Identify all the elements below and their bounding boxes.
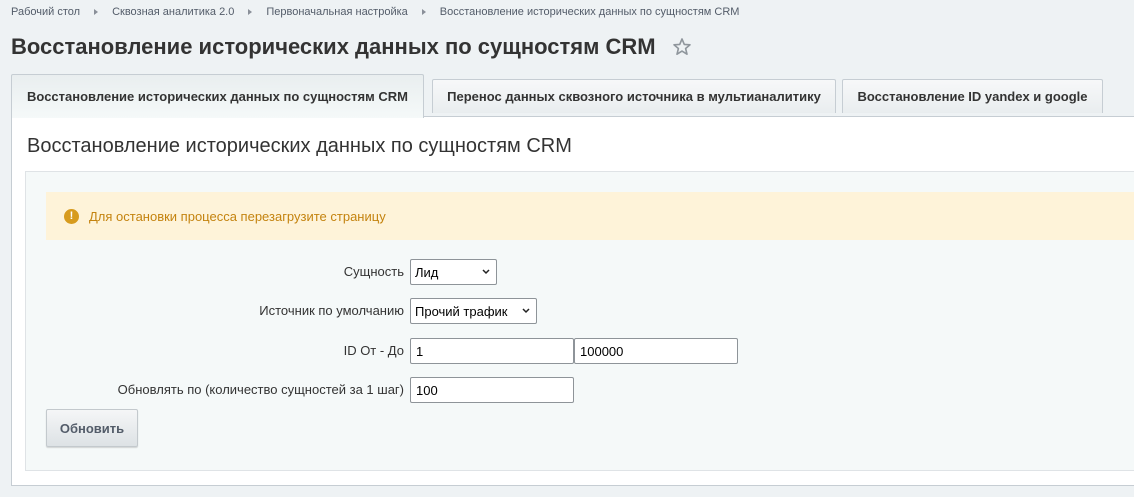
source-select[interactable]: Прочий трафик — [410, 298, 537, 324]
breadcrumb-item-setup[interactable]: Первоначальная настройка — [266, 6, 407, 18]
step-label: Обновлять по (количество сущностей за 1 … — [117, 382, 404, 397]
page-header: Восстановление исторических данных по су… — [11, 32, 692, 62]
notice-text: Для остановки процесса перезагрузите стр… — [89, 208, 386, 224]
tab-restore-crm-history[interactable]: Восстановление исторических данных по су… — [11, 74, 424, 118]
update-button[interactable]: Обновить — [46, 409, 138, 447]
tab-transfer-source[interactable]: Перенос данных сквозного источника в мул… — [432, 79, 836, 113]
field-row-source: Источник по умолчанию Прочий трафик — [26, 298, 826, 324]
field-row-entity: Сущность Лид — [26, 259, 826, 285]
entity-select-value: Лид — [415, 264, 439, 280]
source-select-value: Прочий трафик — [415, 303, 508, 319]
id-to-input[interactable]: 100000 — [574, 338, 738, 364]
entity-label: Сущность — [343, 264, 404, 279]
tab-restore-ids[interactable]: Восстановление ID yandex и google — [842, 79, 1103, 113]
settings-form: ! Для остановки процесса перезагрузите с… — [25, 171, 1134, 471]
panel-title: Восстановление исторических данных по су… — [27, 135, 572, 157]
breadcrumb-item-desktop[interactable]: Рабочий стол — [11, 6, 80, 18]
breadcrumb: Рабочий стол Сквозная аналитика 2.0 Перв… — [11, 4, 739, 20]
chevron-down-icon — [522, 308, 530, 314]
notice-banner: ! Для остановки процесса перезагрузите с… — [46, 192, 1134, 240]
content-panel: Восстановление исторических данных по су… — [11, 116, 1134, 486]
chevron-down-icon — [482, 269, 490, 275]
breadcrumb-separator-icon — [94, 9, 99, 15]
id-from-input[interactable]: 1 — [410, 338, 574, 364]
breadcrumb-separator-icon — [248, 9, 253, 15]
star-icon[interactable] — [672, 37, 692, 57]
field-row-id-range: ID От - До 1 100000 — [26, 338, 826, 364]
page-title: Восстановление исторических данных по су… — [11, 34, 656, 59]
warning-icon: ! — [64, 208, 79, 224]
step-input[interactable]: 100 — [410, 377, 574, 403]
entity-select[interactable]: Лид — [410, 259, 497, 285]
source-label: Источник по умолчанию — [259, 303, 404, 318]
id-range-label: ID От - До — [343, 343, 404, 358]
breadcrumb-item-analytics[interactable]: Сквозная аналитика 2.0 — [112, 6, 234, 18]
field-row-step: Обновлять по (количество сущностей за 1 … — [26, 377, 826, 403]
breadcrumb-separator-icon — [421, 9, 426, 15]
breadcrumb-item-current[interactable]: Восстановление исторических данных по су… — [440, 6, 740, 18]
